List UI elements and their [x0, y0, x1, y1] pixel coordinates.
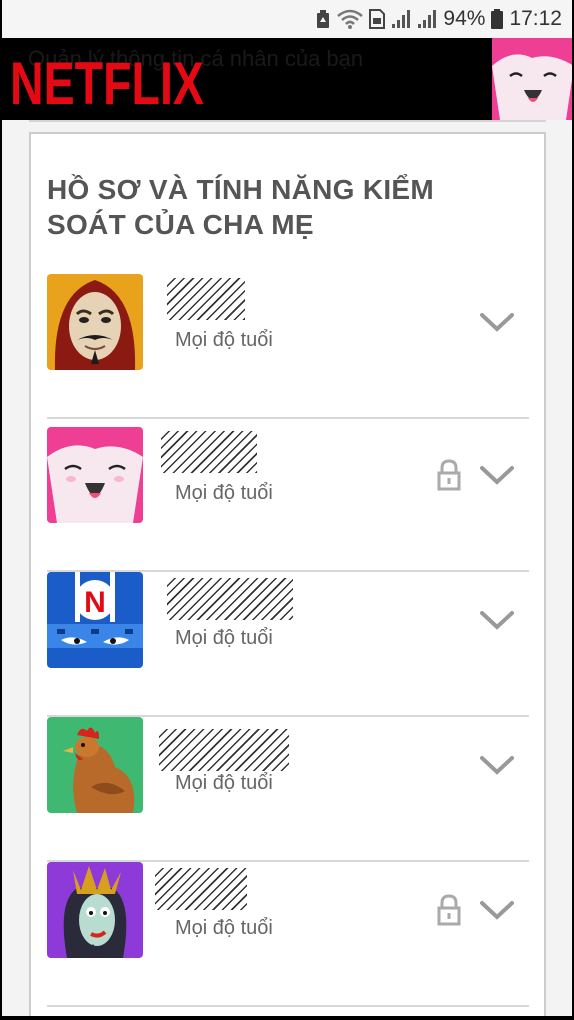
maturity-rating: Mọi độ tuổi — [175, 772, 273, 794]
chicken-avatar[interactable] — [47, 717, 143, 813]
queen-avatar[interactable] — [47, 862, 143, 958]
chevron-down-icon[interactable] — [479, 610, 515, 632]
maturity-rating: Mọi độ tuổi — [175, 482, 273, 504]
pink-kid-avatar[interactable] — [47, 427, 143, 523]
maturity-rating: Mọi độ tuổi — [175, 917, 273, 939]
logo-text: NETFLIX — [10, 52, 204, 110]
recycle-icon — [317, 10, 330, 28]
redacted-profile-name — [159, 729, 289, 771]
netflix-logo[interactable]: NETFLIX — [10, 52, 206, 110]
lock-icon — [437, 459, 461, 491]
redacted-profile-name — [167, 578, 293, 620]
app-header: Quản lý thông tin cá nhân của bạn NETFLI… — [0, 38, 574, 120]
redacted-profile-name — [167, 278, 245, 320]
profile-row[interactable]: Mọi độ tuổi — [47, 717, 529, 862]
signal-icon — [418, 10, 437, 28]
chevron-down-icon[interactable] — [479, 465, 515, 487]
screen-bottom-edge — [0, 1016, 574, 1020]
sim-icon — [369, 9, 386, 29]
clock: 17:12 — [509, 7, 562, 30]
battery-percent: 94% — [443, 7, 486, 30]
money-heist-mask-avatar[interactable] — [47, 274, 143, 370]
chevron-down-icon[interactable] — [479, 755, 515, 777]
profile-row[interactable]: N Mọi độ tuổi — [47, 572, 529, 717]
maturity-rating: Mọi độ tuổi — [175, 627, 273, 649]
status-icons: 94% 17:12 — [315, 6, 562, 32]
current-profile-avatar[interactable] — [492, 38, 574, 120]
svg-text:N: N — [84, 586, 106, 619]
battery-icon — [491, 9, 504, 29]
profile-row[interactable]: Mọi độ tuổi — [47, 427, 529, 572]
lock-icon — [437, 894, 461, 926]
profile-row[interactable]: Mọi độ tuổi — [47, 274, 529, 419]
blue-netflix-helmet-avatar[interactable]: N — [47, 572, 143, 668]
signal-icon — [392, 10, 411, 28]
chevron-down-icon[interactable] — [479, 900, 515, 922]
profile-row[interactable]: Mọi độ tuổi — [47, 862, 529, 1007]
wifi-icon — [337, 9, 364, 29]
chevron-down-icon[interactable] — [479, 312, 515, 334]
section-title: HỒ SƠ VÀ TÍNH NĂNG KIỂM SOÁT CỦA CHA MẸ — [47, 174, 435, 240]
status-bar: 94% 17:12 — [0, 0, 574, 38]
maturity-rating: Mọi độ tuổi — [175, 329, 273, 351]
profiles-card: HỒ SƠ VÀ TÍNH NĂNG KIỂM SOÁT CỦA CHA MẸ … — [29, 132, 546, 1020]
divider — [29, 120, 546, 122]
redacted-profile-name — [161, 431, 257, 473]
redacted-profile-name — [155, 868, 247, 910]
screen-edge-left — [0, 0, 2, 1020]
